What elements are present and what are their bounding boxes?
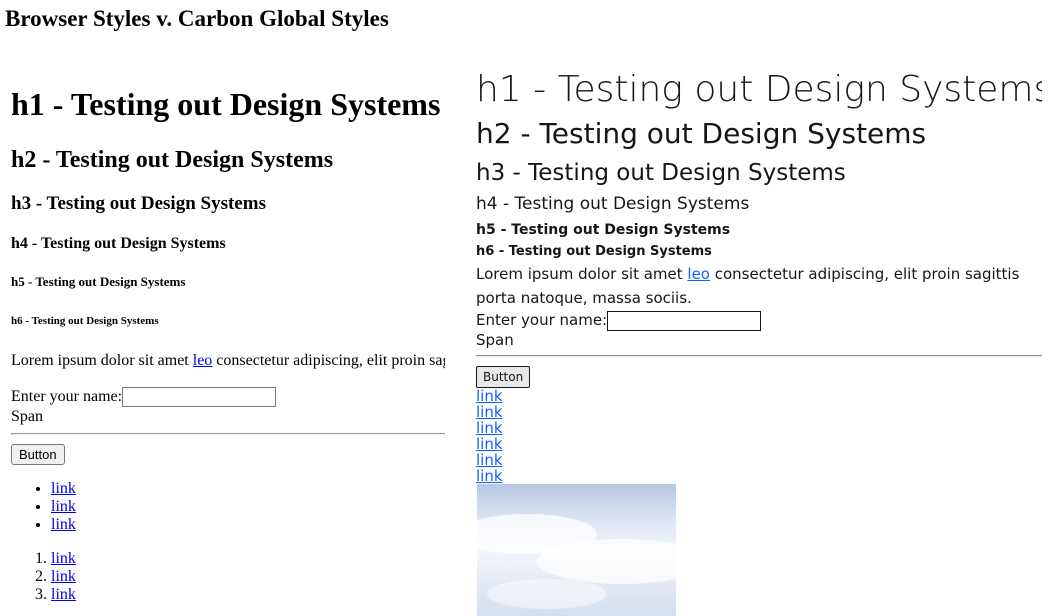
carbon-paragraph: Lorem ipsum dolor sit amet leo consectet… <box>476 262 1042 310</box>
carbon-button[interactable]: Button <box>476 366 531 388</box>
list-link[interactable]: link <box>51 516 76 533</box>
browser-span: Span <box>11 408 43 425</box>
carbon-h5: h5 - Testing out Design Systems <box>476 222 731 238</box>
carbon-h2: h2 - Testing out Design Systems <box>476 117 927 150</box>
browser-unordered-list: link link link <box>11 480 76 534</box>
paragraph-text-start: Lorem ipsum dolor sit amet <box>476 265 688 283</box>
cloud-shape <box>537 539 676 584</box>
list-link[interactable]: link <box>51 480 76 497</box>
list-item: link <box>476 436 503 452</box>
list-item: link <box>51 480 76 498</box>
carbon-h1: h1 - Testing out Design Systems <box>476 69 1042 110</box>
list-link[interactable]: link <box>51 586 76 603</box>
list-item: link <box>51 586 76 604</box>
list-link[interactable]: link <box>476 467 503 485</box>
browser-h4: h4 - Testing out Design Systems <box>11 235 226 252</box>
list-item: link <box>476 404 503 420</box>
list-item: link <box>51 498 76 516</box>
cloud-shape <box>487 579 607 609</box>
browser-divider <box>11 433 445 435</box>
carbon-divider <box>476 355 1042 357</box>
list-link[interactable]: link <box>51 568 76 585</box>
list-item: link <box>51 568 76 586</box>
browser-h6: h6 - Testing out Design Systems <box>11 315 159 327</box>
browser-ordered-list: link link link <box>11 550 76 604</box>
page-title: Browser Styles v. Carbon Global Styles <box>5 6 389 31</box>
browser-styles-column: h1 - Testing out Design Systems h2 - Tes… <box>11 60 445 616</box>
carbon-h3: h3 - Testing out Design Systems <box>476 160 846 186</box>
paragraph-text-start: Lorem ipsum dolor sit amet <box>11 352 193 369</box>
list-item: link <box>476 468 503 484</box>
name-label: Enter your name: <box>476 311 608 329</box>
carbon-h6: h6 - Testing out Design Systems <box>476 244 712 259</box>
list-item: link <box>476 420 503 436</box>
list-item: link <box>51 516 76 534</box>
sky-image <box>477 484 676 616</box>
paragraph-text-end: consectetur adipiscing, elit proin sagit… <box>216 352 445 369</box>
paragraph-link[interactable]: leo <box>193 352 213 369</box>
list-link[interactable]: link <box>51 550 76 567</box>
browser-h1: h1 - Testing out Design Systems <box>11 86 441 122</box>
browser-h5: h5 - Testing out Design Systems <box>11 274 186 289</box>
list-item: link <box>476 452 503 468</box>
name-input[interactable] <box>122 387 277 408</box>
carbon-span: Span <box>476 331 514 349</box>
list-item: link <box>476 388 503 404</box>
browser-h2: h2 - Testing out Design Systems <box>11 147 334 173</box>
carbon-h4: h4 - Testing out Design Systems <box>476 194 750 214</box>
paragraph-link[interactable]: leo <box>687 265 710 283</box>
browser-h3: h3 - Testing out Design Systems <box>11 193 266 214</box>
name-label: Enter your name: <box>11 388 123 405</box>
name-input[interactable] <box>607 310 762 331</box>
browser-paragraph: Lorem ipsum dolor sit amet leo consectet… <box>11 351 445 371</box>
browser-name-form: Enter your name: <box>11 386 277 408</box>
carbon-styles-column: h1 - Testing out Design Systems h2 - Tes… <box>476 60 1042 616</box>
carbon-link-list: link link link link link link <box>476 388 503 484</box>
list-item: link <box>51 550 76 568</box>
browser-button[interactable]: Button <box>11 444 65 465</box>
carbon-name-form: Enter your name: <box>476 310 762 331</box>
list-link[interactable]: link <box>51 498 76 515</box>
